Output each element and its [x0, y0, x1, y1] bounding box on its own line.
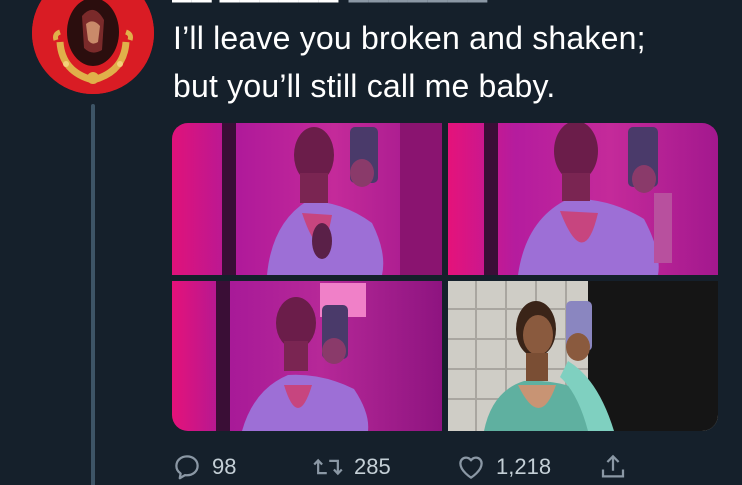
- tweet-text: I’ll leave you broken and shaken; but yo…: [173, 14, 733, 110]
- author-handle-cropped: ▀▀▀▀▀▀▀: [348, 0, 487, 8]
- like-icon: [459, 456, 483, 479]
- retweet-icon: [313, 458, 343, 476]
- author-name-cropped: ▀▀ ▀▀▀▀▀▀: [172, 0, 338, 8]
- share-button[interactable]: [598, 448, 628, 485]
- like-button[interactable]: 1,218: [456, 448, 551, 485]
- retweet-button[interactable]: 285: [312, 448, 391, 485]
- photo-2[interactable]: [448, 123, 718, 275]
- avatar[interactable]: [32, 0, 154, 94]
- author-header-cropped[interactable]: ▀▀ ▀▀▀▀▀▀ ▀▀▀▀▀▀▀: [172, 0, 732, 8]
- retweet-count: 285: [354, 454, 391, 479]
- media-grid: [172, 123, 718, 431]
- photo-1[interactable]: [172, 123, 442, 275]
- thread-line: [91, 104, 95, 485]
- tweet-text-line: I’ll leave you broken and shaken;: [173, 20, 646, 56]
- photo-3[interactable]: [172, 281, 442, 431]
- tweet-text-line: but you’ll still call me baby.: [173, 68, 556, 104]
- photo-4[interactable]: [448, 281, 718, 431]
- share-icon: [601, 454, 625, 478]
- tweet-actions: 98 285 1,218: [172, 448, 652, 485]
- reply-icon: [175, 455, 199, 480]
- reply-count: 98: [212, 454, 237, 479]
- like-count: 1,218: [496, 454, 552, 479]
- tweet-view: ▀▀ ▀▀▀▀▀▀ ▀▀▀▀▀▀▀ I’ll leave you broken a…: [0, 0, 742, 485]
- reply-button[interactable]: 98: [172, 448, 236, 485]
- avatar-image: [32, 0, 154, 94]
